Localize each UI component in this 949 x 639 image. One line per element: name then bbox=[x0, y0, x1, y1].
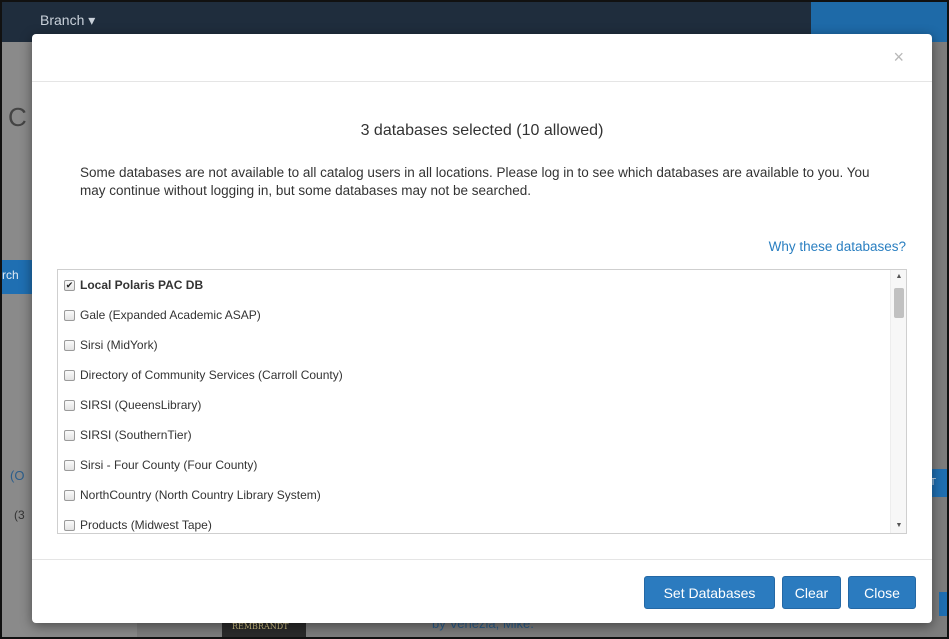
clear-button[interactable]: Clear bbox=[782, 576, 841, 609]
database-list-item[interactable]: Sirsi - Four County (Four County) bbox=[58, 450, 906, 480]
database-label: Local Polaris PAC DB bbox=[80, 278, 204, 292]
database-label: Products (Midwest Tape) bbox=[80, 518, 212, 532]
checkbox[interactable] bbox=[64, 369, 75, 381]
database-label: SIRSI (QueensLibrary) bbox=[80, 398, 202, 412]
background-search-tab: rch bbox=[2, 260, 32, 294]
database-list[interactable]: ✔ Local Polaris PAC DB Gale (Expanded Acad… bbox=[57, 269, 907, 534]
screen-frame: Branch ▾ C rch (O (3 RT REMBRANDT by Ven… bbox=[0, 0, 949, 639]
database-list-item[interactable]: NorthCountry (North Country Library Syst… bbox=[58, 480, 906, 510]
checkbox[interactable] bbox=[64, 519, 75, 531]
modal-header: × bbox=[32, 34, 932, 82]
modal-title: 3 databases selected (10 allowed) bbox=[360, 122, 604, 139]
checkbox[interactable] bbox=[64, 489, 75, 501]
scroll-up-arrow-icon[interactable]: ▲ bbox=[891, 270, 906, 284]
branch-menu[interactable]: Branch ▾ bbox=[40, 12, 95, 29]
login-note: Some databases are not available to all … bbox=[80, 165, 870, 198]
database-list-item[interactable]: Sirsi (MidYork) bbox=[58, 330, 906, 360]
background-count-fragment: (3 bbox=[14, 508, 25, 522]
checkbox[interactable] bbox=[64, 339, 75, 351]
checkbox[interactable] bbox=[64, 309, 75, 321]
checkbox-checked[interactable]: ✔ bbox=[64, 279, 75, 291]
database-list-item[interactable]: Gale (Expanded Academic ASAP) bbox=[58, 300, 906, 330]
checkbox[interactable] bbox=[64, 429, 75, 441]
database-label: Directory of Community Services (Carroll… bbox=[80, 368, 343, 382]
list-scrollbar[interactable]: ▲ ▼ bbox=[890, 270, 906, 533]
checkbox[interactable] bbox=[64, 459, 75, 471]
background-right-button-lower bbox=[939, 592, 947, 616]
checkbox[interactable] bbox=[64, 399, 75, 411]
database-label: Sirsi (MidYork) bbox=[80, 338, 158, 352]
database-list-item[interactable]: ✔ Local Polaris PAC DB bbox=[58, 270, 906, 300]
scroll-down-arrow-icon[interactable]: ▼ bbox=[891, 519, 906, 533]
database-list-item[interactable]: Directory of Community Services (Carroll… bbox=[58, 360, 906, 390]
set-databases-button[interactable]: Set Databases bbox=[644, 576, 775, 609]
close-icon[interactable]: × bbox=[893, 48, 904, 66]
database-label: SIRSI (SouthernTier) bbox=[80, 428, 192, 442]
background-link-fragment: (O bbox=[10, 468, 25, 483]
close-button[interactable]: Close bbox=[848, 576, 916, 609]
modal-footer: Set Databases Clear Close bbox=[32, 559, 932, 623]
database-label: Sirsi - Four County (Four County) bbox=[80, 458, 258, 472]
database-list-item[interactable]: Products (Midwest Tape) bbox=[58, 510, 906, 533]
scroll-thumb[interactable] bbox=[894, 288, 904, 318]
why-these-databases-link[interactable]: Why these databases? bbox=[769, 239, 906, 254]
database-label: NorthCountry (North Country Library Syst… bbox=[80, 488, 321, 502]
database-list-item[interactable]: SIRSI (SouthernTier) bbox=[58, 420, 906, 450]
database-list-item[interactable]: SIRSI (QueensLibrary) bbox=[58, 390, 906, 420]
background-title-fragment: C bbox=[8, 102, 27, 132]
database-label: Gale (Expanded Academic ASAP) bbox=[80, 308, 261, 322]
database-selection-modal: × 3 databases selected (10 allowed) Some… bbox=[32, 34, 932, 623]
